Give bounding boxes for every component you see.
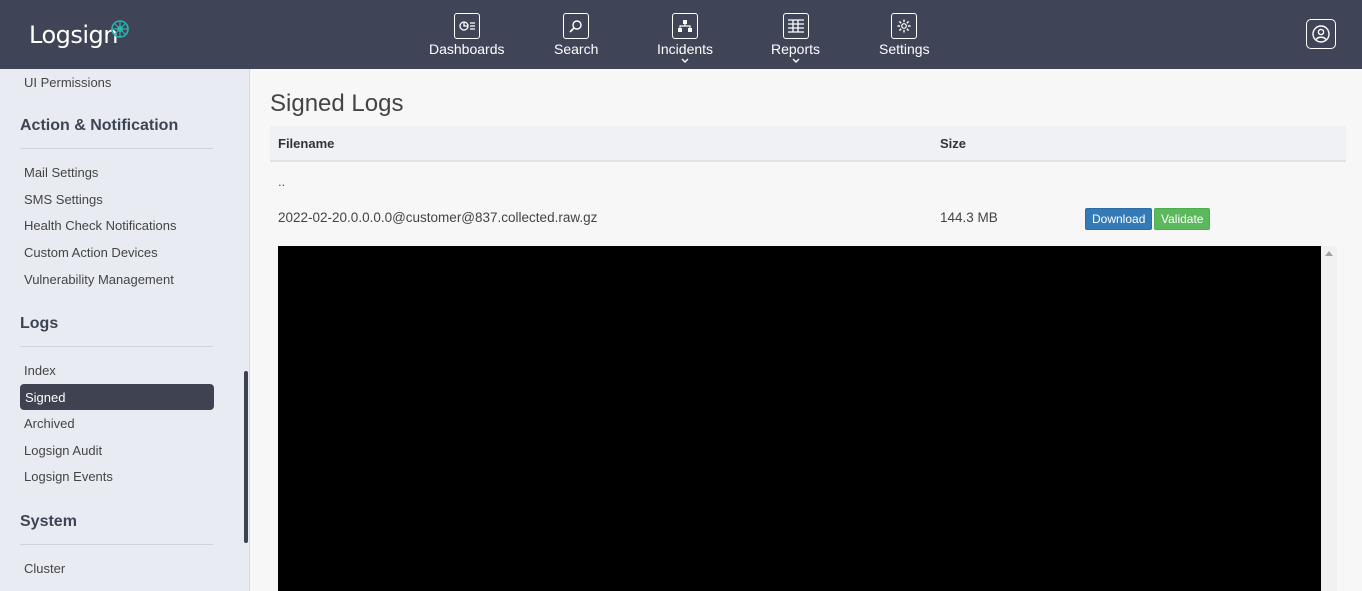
nav-search-label: Search	[554, 41, 599, 57]
user-account-button[interactable]	[1306, 19, 1336, 49]
download-button[interactable]: Download	[1085, 208, 1153, 230]
chevron-down-icon	[792, 58, 800, 63]
nav-incidents-label: Incidents	[657, 41, 714, 57]
sidebar-section-system: System	[20, 513, 77, 530]
sidebar-item-health-check-notifications[interactable]: Health Check Notifications	[24, 218, 176, 233]
sidebar-scrollbar[interactable]	[244, 371, 248, 543]
sidebar-item-archived[interactable]: Archived	[24, 416, 75, 431]
sidebar-item-sms-settings[interactable]: SMS Settings	[24, 192, 103, 207]
user-account-icon	[1312, 25, 1330, 43]
log-content-viewer[interactable]	[278, 246, 1321, 591]
nav-incidents[interactable]: Incidents	[657, 13, 714, 63]
main-content: Signed Logs Filename Size .. 2022-02-20.…	[250, 69, 1362, 591]
sidebar-item-index[interactable]: Index	[24, 363, 56, 378]
sidebar-item-signed[interactable]: Signed	[20, 384, 214, 410]
sidebar-item-logsign-audit[interactable]: Logsign Audit	[24, 443, 102, 458]
column-header-size[interactable]: Size	[940, 136, 966, 151]
sidebar-item-logsign-events[interactable]: Logsign Events	[24, 469, 113, 484]
nav-settings[interactable]: Settings	[879, 13, 930, 57]
sidebar-item-cluster[interactable]: Cluster	[24, 561, 65, 576]
sidebar-item-vulnerability-management[interactable]: Vulnerability Management	[24, 272, 174, 287]
nav-reports[interactable]: Reports	[771, 13, 821, 63]
scroll-up-arrow-icon[interactable]	[1325, 251, 1333, 256]
dashboard-icon	[453, 13, 480, 39]
logo-globe-icon	[111, 20, 129, 38]
top-navigation-bar: Logsign Dashboards Search Incidents Repo…	[0, 0, 1362, 69]
section-divider	[20, 544, 213, 545]
sidebar-section-logs: Logs	[20, 315, 59, 332]
viewer-scrollbar[interactable]	[1321, 246, 1337, 591]
section-divider	[20, 346, 213, 347]
sidebar-item-ui-permissions[interactable]: UI Permissions	[24, 75, 111, 90]
table-header: Filename Size	[270, 126, 1346, 162]
sidebar-item-signed-label: Signed	[25, 390, 66, 405]
search-icon	[563, 13, 590, 39]
reports-icon	[782, 13, 809, 39]
sidebar-item-custom-action-devices[interactable]: Custom Action Devices	[24, 245, 158, 260]
logo-text: Logsign	[29, 21, 118, 49]
row-size: 144.3 MB	[940, 210, 998, 225]
row-filename: 2022-02-20.0.0.0.0@customer@837.collecte…	[278, 210, 598, 225]
settings-sidebar: UI Permissions Action & Notification Mai…	[0, 69, 250, 591]
parent-directory-link[interactable]: ..	[278, 174, 285, 189]
validate-button[interactable]: Validate	[1154, 208, 1211, 230]
chevron-down-icon	[681, 58, 689, 63]
incidents-icon	[672, 13, 699, 39]
nav-dashboards-label: Dashboards	[429, 41, 505, 57]
column-header-filename[interactable]: Filename	[278, 136, 334, 151]
nav-dashboards[interactable]: Dashboards	[429, 13, 505, 57]
page-title: Signed Logs	[270, 90, 404, 117]
nav-settings-label: Settings	[879, 41, 930, 57]
section-divider	[20, 148, 213, 149]
sidebar-section-action-notification: Action & Notification	[20, 117, 179, 134]
nav-reports-label: Reports	[771, 41, 821, 57]
nav-search[interactable]: Search	[554, 13, 598, 57]
sidebar-item-mail-settings[interactable]: Mail Settings	[24, 165, 98, 180]
settings-gear-icon	[891, 13, 918, 39]
logsign-logo[interactable]: Logsign	[29, 18, 142, 52]
